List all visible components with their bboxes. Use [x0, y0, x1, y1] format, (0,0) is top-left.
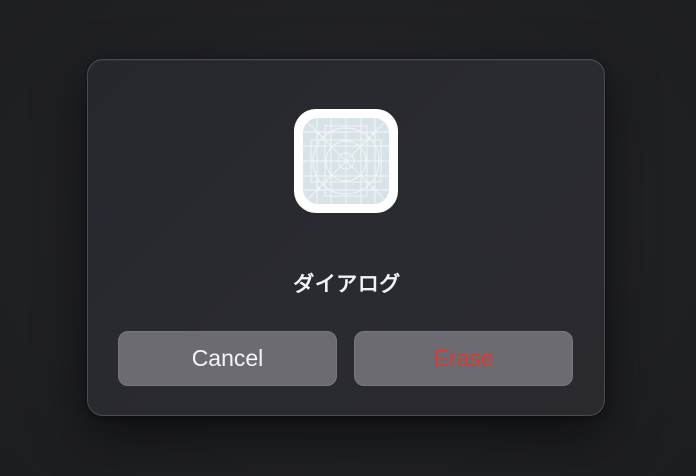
erase-button[interactable]: Erase [354, 331, 573, 386]
alert-dialog: ダイアログ Cancel Erase [87, 59, 605, 416]
cancel-button[interactable]: Cancel [118, 331, 337, 386]
app-icon-template-icon [303, 118, 389, 204]
dialog-title: ダイアログ [293, 272, 401, 296]
app-icon [294, 109, 398, 213]
